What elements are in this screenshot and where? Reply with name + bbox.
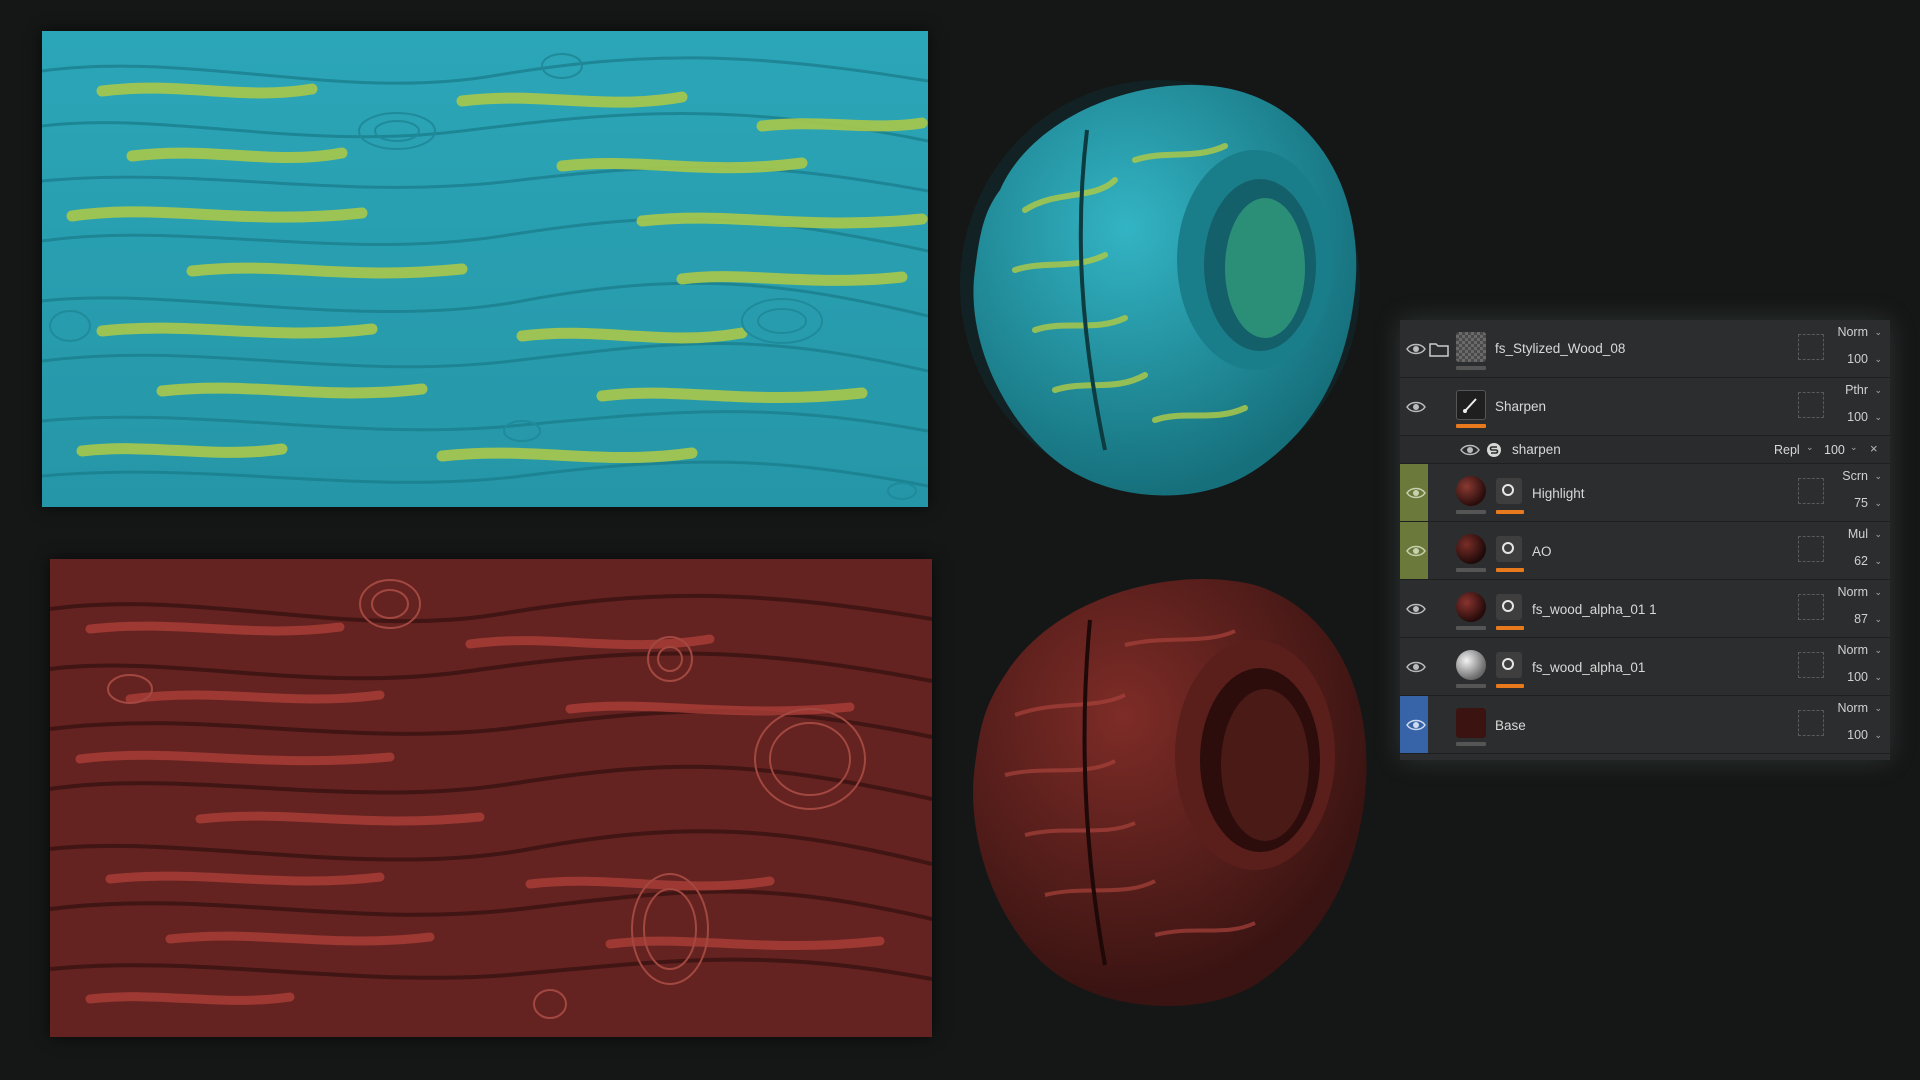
opacity-value[interactable]: 62: [1854, 554, 1868, 568]
chevron-down-icon[interactable]: ⌄: [1874, 672, 1882, 683]
layer-row-fs-wood-alpha-01-1[interactable]: fs_wood_alpha_01 1 Norm ⌄ 87 ⌄: [1400, 580, 1890, 638]
layer-row-fs-stylized-wood-08[interactable]: fs_Stylized_Wood_08 Norm ⌄ 100 ⌄: [1400, 320, 1890, 378]
chevron-down-icon[interactable]: ⌄: [1874, 730, 1882, 741]
layer-mask-slot[interactable]: [1798, 652, 1824, 678]
layer-name: fs_wood_alpha_01 1: [1532, 602, 1657, 617]
filter-icon: [1487, 443, 1501, 457]
blend-mode-select[interactable]: Norm: [1837, 585, 1868, 599]
material-thumbnail: [1456, 592, 1486, 622]
layer-row-highlight[interactable]: Highlight Scrn ⌄ 75 ⌄: [1400, 464, 1890, 522]
blend-mode-select[interactable]: Norm: [1837, 701, 1868, 715]
mask-icon[interactable]: [1496, 536, 1522, 562]
layer-name: Base: [1495, 718, 1526, 733]
chevron-down-icon[interactable]: ⌄: [1874, 412, 1882, 423]
blend-mode-select[interactable]: Pthr: [1845, 383, 1868, 397]
chevron-down-icon[interactable]: ⌄: [1874, 498, 1882, 509]
chevron-down-icon[interactable]: ⌄: [1874, 645, 1882, 656]
layer-name: Sharpen: [1495, 399, 1547, 414]
layer-row-fs-wood-alpha-01[interactable]: fs_wood_alpha_01 Norm ⌄ 100 ⌄: [1400, 638, 1890, 696]
layer-mask-slot[interactable]: [1798, 594, 1824, 620]
material-thumbnail: [1456, 476, 1486, 506]
opacity-value[interactable]: 87: [1854, 612, 1868, 626]
eye-icon[interactable]: [1406, 341, 1426, 357]
blend-mode-select[interactable]: Mul: [1848, 527, 1868, 541]
layer-name: fs_wood_alpha_01: [1532, 660, 1646, 675]
chevron-down-icon[interactable]: ⌄: [1874, 327, 1882, 338]
filter-name: sharpen: [1512, 442, 1561, 457]
mask-icon[interactable]: [1496, 478, 1522, 504]
material-thumbnail: [1456, 534, 1486, 564]
eye-icon[interactable]: [1406, 659, 1426, 675]
chevron-down-icon[interactable]: ⌄: [1874, 385, 1882, 396]
eye-icon[interactable]: [1406, 485, 1426, 501]
red-wood-texture-preview: [50, 559, 932, 1037]
layer-row-base[interactable]: Base Norm ⌄ 100 ⌄: [1400, 696, 1890, 754]
layer-mask-slot[interactable]: [1798, 334, 1824, 360]
layer-name: fs_Stylized_Wood_08: [1495, 341, 1626, 356]
teal-wood-texture-preview: [42, 31, 928, 507]
chevron-down-icon[interactable]: ⌄: [1874, 587, 1882, 598]
layer-row-sharpen[interactable]: Sharpen Pthr ⌄ 100 ⌄: [1400, 378, 1890, 436]
layer-mask-slot[interactable]: [1798, 710, 1824, 736]
blend-mode-select[interactable]: Norm: [1837, 325, 1868, 339]
eye-icon[interactable]: [1406, 543, 1426, 559]
layer-mask-slot[interactable]: [1798, 536, 1824, 562]
layer-thumbnail: [1456, 708, 1486, 738]
brush-icon: [1456, 390, 1486, 420]
opacity-value[interactable]: 100: [1847, 352, 1868, 366]
eye-icon[interactable]: [1406, 399, 1426, 415]
chevron-down-icon[interactable]: ⌄: [1874, 471, 1882, 482]
layer-stack-panel: fs_Stylized_Wood_08 Norm ⌄ 100 ⌄ Sharpen…: [1400, 320, 1890, 760]
chevron-down-icon[interactable]: ⌄: [1874, 703, 1882, 714]
blend-mode-select[interactable]: Scrn: [1842, 469, 1868, 483]
chevron-down-icon[interactable]: ⌄: [1874, 614, 1882, 625]
chevron-down-icon[interactable]: ⌄: [1806, 442, 1814, 453]
opacity-value[interactable]: 100: [1847, 410, 1868, 424]
red-sphere-preview: [955, 565, 1375, 1015]
layer-mask-slot[interactable]: [1798, 478, 1824, 504]
mask-icon[interactable]: [1496, 652, 1522, 678]
eye-icon[interactable]: [1406, 717, 1426, 733]
chevron-down-icon[interactable]: ⌄: [1850, 442, 1858, 453]
folder-icon[interactable]: [1429, 341, 1449, 357]
layer-name: AO: [1532, 544, 1552, 559]
eye-icon[interactable]: [1406, 601, 1426, 617]
opacity-value[interactable]: 75: [1854, 496, 1868, 510]
mask-icon[interactable]: [1496, 594, 1522, 620]
eye-icon[interactable]: [1460, 442, 1480, 458]
opacity-value[interactable]: 100: [1847, 728, 1868, 742]
filter-row-sharpen[interactable]: sharpen Repl ⌄ 100 ⌄ ×: [1400, 436, 1890, 464]
opacity-value[interactable]: 100: [1847, 670, 1868, 684]
layer-row-ao[interactable]: AO Mul ⌄ 62 ⌄: [1400, 522, 1890, 580]
chevron-down-icon[interactable]: ⌄: [1874, 556, 1882, 567]
layer-name: Highlight: [1532, 486, 1585, 501]
close-icon[interactable]: ×: [1870, 441, 1878, 456]
blend-mode-select[interactable]: Norm: [1837, 643, 1868, 657]
material-thumbnail: [1456, 650, 1486, 680]
blend-mode-select[interactable]: Repl: [1774, 443, 1800, 457]
layer-mask-slot[interactable]: [1798, 392, 1824, 418]
layer-thumbnail: [1456, 332, 1486, 362]
chevron-down-icon[interactable]: ⌄: [1874, 529, 1882, 540]
opacity-value[interactable]: 100: [1824, 443, 1845, 457]
chevron-down-icon[interactable]: ⌄: [1874, 354, 1882, 365]
teal-sphere-preview: [955, 70, 1365, 510]
